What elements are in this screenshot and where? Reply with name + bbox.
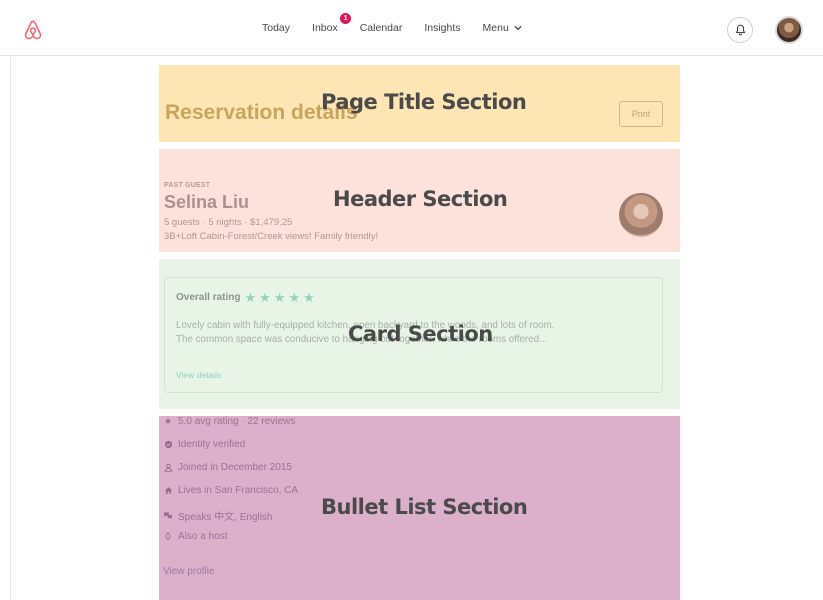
- overall-rating: Overall rating ★ ★ ★ ★ ★: [176, 291, 318, 304]
- rating-label: Overall rating: [176, 292, 241, 303]
- list-item-text: 5.0 avg rating · 22 reviews: [178, 416, 296, 427]
- bullet-list-section: ★ 5.0 avg rating · 22 reviews Identity v…: [159, 416, 680, 600]
- guest-name[interactable]: Selina Liu: [164, 192, 249, 213]
- nav-menu-label: Menu: [482, 22, 509, 34]
- guest-avatar[interactable]: [619, 193, 663, 237]
- section-label-bullet-list: Bullet List Section: [321, 495, 528, 519]
- star-icon: ★: [259, 290, 271, 305]
- list-item-host: Also a host: [163, 531, 227, 542]
- listing-name: 3B+Loft Cabin-Forest/Creek views! Family…: [164, 231, 379, 242]
- print-button[interactable]: Print: [619, 101, 663, 127]
- star-icon: ★: [244, 290, 257, 305]
- list-item-identity: Identity verified: [163, 439, 245, 450]
- section-label-page-title: Page Title Section: [321, 90, 527, 114]
- list-item-text: Identity verified: [178, 439, 246, 450]
- guest-status-label: PAST GUEST: [164, 182, 211, 189]
- section-label-header: Header Section: [333, 187, 508, 211]
- view-profile-link[interactable]: View profile: [163, 566, 215, 577]
- verified-shield-icon: [163, 440, 173, 450]
- list-item-text: Joined in December 2015: [178, 462, 292, 473]
- star-icon: ★: [273, 290, 286, 305]
- view-details-link[interactable]: View details: [176, 370, 221, 380]
- nav-calendar[interactable]: Calendar: [360, 22, 403, 34]
- nav-inbox[interactable]: Inbox 1: [312, 13, 352, 34]
- top-navigation: Today Inbox 1 Calendar Insights Menu: [0, 0, 823, 56]
- user-avatar[interactable]: [775, 16, 803, 44]
- reservation-summary: 5 guests · 5 nights · $1,479.25: [164, 217, 293, 228]
- nav-insights[interactable]: Insights: [424, 22, 460, 34]
- list-item-languages: Speaks 中文, English: [163, 508, 273, 523]
- star-icon: ★: [303, 290, 315, 305]
- chevron-down-icon: [514, 25, 522, 30]
- nav-inbox-label: Inbox: [312, 22, 338, 34]
- nav-today[interactable]: Today: [262, 22, 290, 34]
- nav-menu[interactable]: Menu: [483, 22, 522, 34]
- list-item-joined: Joined in December 2015: [163, 462, 292, 473]
- speech-bubbles-icon: [163, 511, 173, 521]
- notifications-button[interactable]: [727, 17, 753, 43]
- inbox-unread-badge: 1: [340, 13, 352, 24]
- star-icon: ★: [163, 416, 173, 426]
- list-item-text: Lives in San Francisco, CA: [178, 485, 299, 496]
- main-nav: Today Inbox 1 Calendar Insights Menu: [262, 13, 544, 34]
- card-section: Overall rating ★ ★ ★ ★ ★ Lovely cabin wi…: [159, 259, 680, 409]
- page-title-section: Reservation details Page Title Section P…: [159, 65, 680, 142]
- star-icon: ★: [288, 290, 301, 305]
- header-section: PAST GUEST Selina Liu 5 guests · 5 night…: [159, 149, 680, 252]
- host-icon: [163, 532, 173, 542]
- bell-icon: [735, 24, 745, 36]
- home-icon: [163, 486, 173, 496]
- left-divider: [10, 57, 11, 600]
- airbnb-logo-icon[interactable]: [22, 19, 44, 41]
- list-item-location: Lives in San Francisco, CA: [163, 485, 298, 496]
- user-icon: [163, 463, 173, 473]
- section-label-card: Card Section: [348, 322, 493, 346]
- list-item-rating: ★ 5.0 avg rating · 22 reviews: [163, 416, 295, 427]
- list-item-text: Also a host: [178, 531, 228, 542]
- list-item-text: Speaks 中文, English: [178, 512, 273, 523]
